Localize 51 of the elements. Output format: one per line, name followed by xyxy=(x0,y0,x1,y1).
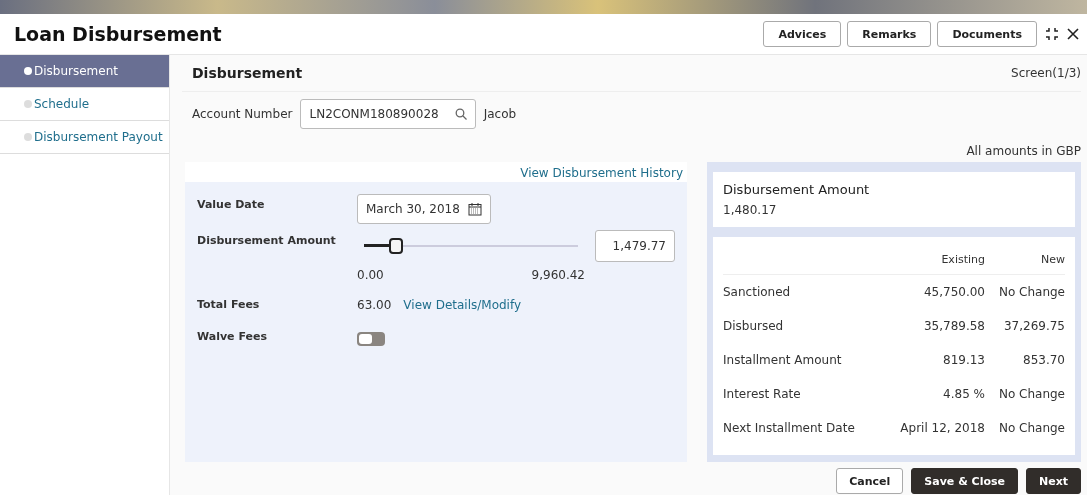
row-label: Next Installment Date xyxy=(723,420,856,437)
table-cell: No Change xyxy=(985,274,1065,309)
screen-counter: Screen(1/3) xyxy=(1011,66,1081,80)
field-label: Walve Fees xyxy=(197,329,268,345)
account-label: Account Number xyxy=(192,107,293,121)
column-header: New xyxy=(985,247,1065,275)
field-label: Total Fees xyxy=(197,297,261,312)
sidebar-item[interactable]: Schedule xyxy=(0,88,169,121)
header-button[interactable]: Remarks xyxy=(847,21,932,47)
table-cell: 45,750.00 xyxy=(882,274,985,309)
footer-button[interactable]: Save & Close xyxy=(911,468,1018,494)
table-cell: No Change xyxy=(985,377,1065,411)
summary-title: Disbursement Amount xyxy=(723,182,871,197)
waive-toggle[interactable] xyxy=(357,332,385,346)
footer-button[interactable]: Next xyxy=(1025,468,1081,494)
table-cell-text: 35,789.58 xyxy=(922,318,985,335)
sidebar-item[interactable]: Disbursement xyxy=(0,55,169,88)
column-header: Existing xyxy=(882,247,985,275)
window-title: Loan Disbursement xyxy=(14,23,223,45)
field-label: Disbursement Amount xyxy=(197,233,337,249)
account-field[interactable]: LN2CONM180890028 xyxy=(300,99,476,129)
row-label: Sanctioned xyxy=(723,274,883,309)
table-cell-text: April 12, 2018 xyxy=(899,420,985,437)
header-button[interactable]: Documents xyxy=(937,21,1037,47)
slider-min: 0.00 xyxy=(357,268,384,282)
summary-value: 1,480.17 xyxy=(723,203,778,217)
amount-field[interactable]: 1,479.77 xyxy=(595,230,675,262)
customer-name: Jacob xyxy=(483,107,517,121)
calendar-icon[interactable] xyxy=(468,202,482,216)
details-link[interactable]: View Details/Modify xyxy=(403,298,522,312)
fees-value: 63.00 xyxy=(357,298,392,312)
table-cell-text: No Change xyxy=(997,420,1065,437)
table-cell-text: 819.13 xyxy=(942,352,985,369)
footer-button[interactable]: Cancel xyxy=(836,468,904,494)
close-icon[interactable] xyxy=(1067,28,1079,40)
history-link[interactable]: View Disbursement History xyxy=(516,162,687,182)
date-field[interactable]: March 30, 2018 xyxy=(357,194,491,224)
search-icon[interactable] xyxy=(454,108,467,120)
collapse-icon[interactable] xyxy=(1045,27,1059,41)
table-cell-text: 853.70 xyxy=(1022,352,1065,369)
slider-max: 9,960.42 xyxy=(531,268,585,282)
currency-note: All amounts in GBP xyxy=(965,143,1081,160)
row-label: Disbursed xyxy=(723,318,785,335)
row-label: Interest Rate xyxy=(723,386,802,403)
sidebar-item[interactable]: Disbursement Payout xyxy=(0,121,169,154)
section-title: Disbursement xyxy=(191,65,304,81)
field-label: Value Date xyxy=(197,197,266,213)
row-label: Installment Amount xyxy=(723,352,843,369)
table-cell-text: 37,269.75 xyxy=(1002,318,1065,335)
header-button[interactable]: Advices xyxy=(763,21,842,47)
table-cell-text: 4.85 % xyxy=(942,386,985,403)
